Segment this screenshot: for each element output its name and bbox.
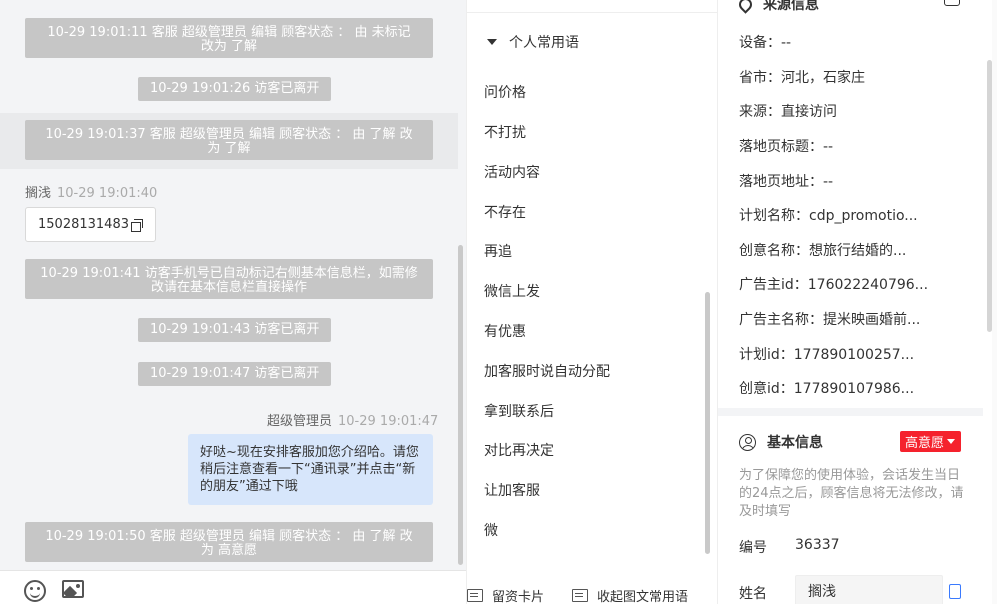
phrase-item[interactable]: 有优惠 [484, 321, 526, 341]
phrase-item[interactable]: 让加客服 [484, 480, 540, 500]
message-time: 10-29 19:01:47 [338, 414, 439, 429]
visitor-message-meta: 搁浅 10-29 19:01:40 [25, 182, 157, 201]
system-message: 10-29 19:01:43 访客已离开 [138, 318, 332, 342]
info-campaign-id: 计划id：177890100257... [739, 347, 915, 363]
chat-scrollbar[interactable] [458, 245, 463, 565]
visitor-name: 搁浅 [25, 186, 52, 201]
source-info-header: 来源信息 [736, 0, 819, 14]
chat-history[interactable]: 10-29 19:01:11 客服 超级管理员 编辑 顾客状态 ： 由 未标记 … [0, 0, 466, 570]
chat-panel: 10-29 19:01:11 客服 超级管理员 编辑 顾客状态 ： 由 未标记 … [0, 0, 466, 604]
edit-notice: 为了保障您的使用体验，会话发生当日的24点之后，顾客信息将无法修改，请及时填写 [739, 468, 964, 519]
message-time: 10-29 19:01:40 [57, 186, 158, 201]
phrase-item[interactable]: 不打扰 [484, 122, 526, 142]
copy-icon[interactable] [130, 218, 143, 232]
phrase-item[interactable]: 加客服时说自动分配 [484, 361, 610, 381]
phrase-item[interactable]: 再追 [484, 241, 512, 261]
collapse-phrases-label: 收起图文常用语 [597, 590, 689, 604]
agent-name: 超级管理员 [267, 414, 333, 429]
lead-card-label: 留资卡片 [492, 590, 545, 604]
phrase-item[interactable]: 不存在 [484, 202, 526, 222]
phrases-scrollbar[interactable] [705, 292, 710, 554]
settings-icon[interactable] [944, 0, 960, 6]
id-value: 36337 [795, 537, 840, 553]
source-info-title: 来源信息 [763, 0, 819, 13]
phrase-group-title: 个人常用语 [509, 35, 579, 51]
intent-status-dropdown[interactable]: 高意愿 [900, 431, 962, 452]
agent-message-bubble: 好哒~现在安排客服加您介绍哈。请您稍后注意查看一下“通讯录”并点击“新的朋友”通… [188, 434, 433, 505]
phrase-item[interactable]: 对比再决定 [484, 440, 554, 460]
info-creative-id: 创意id：177890107986... [739, 381, 915, 397]
image-icon[interactable] [62, 580, 84, 598]
system-message: 10-29 19:01:37 客服 超级管理员 编辑 顾客状态 ： 由 了解 改… [25, 120, 433, 160]
phrase-group-toggle[interactable]: 个人常用语 [487, 32, 579, 52]
edit-icon[interactable] [949, 584, 961, 599]
caret-down-icon [947, 439, 956, 444]
info-province-city: 省市：河北，石家庄 [739, 70, 865, 86]
system-message: 10-29 19:01:50 客服 超级管理员 编辑 顾客状态 ： 由 了解 改… [25, 522, 433, 562]
info-source: 来源：直接访问 [739, 104, 837, 120]
phone-number: 15028131483 [38, 217, 129, 232]
info-creative-name: 创意名称：想旅行结婚的... [739, 243, 907, 259]
intent-status-label: 高意愿 [905, 436, 945, 451]
system-message: 10-29 19:01:11 客服 超级管理员 编辑 顾客状态 ： 由 未标记 … [25, 18, 433, 58]
info-advertiser-id: 广告主id：176022240796... [739, 277, 929, 293]
message-icon [572, 589, 588, 602]
phrase-item[interactable]: 问价格 [484, 82, 526, 102]
info-device: 设备：-- [739, 35, 792, 51]
system-message: 10-29 19:01:47 访客已离开 [138, 362, 332, 386]
divider [467, 12, 717, 13]
emoji-icon[interactable] [24, 580, 46, 602]
name-label: 姓名 [739, 586, 767, 602]
card-icon [467, 589, 483, 602]
name-value: 搁浅 [808, 584, 836, 600]
info-landing-url: 落地页地址：-- [739, 174, 834, 190]
name-field[interactable]: 搁浅 [795, 575, 943, 604]
phrase-item[interactable]: 活动内容 [484, 162, 540, 182]
section-divider [718, 408, 983, 416]
agent-message-meta: 超级管理员 10-29 19:01:47 [267, 410, 438, 429]
customer-info-panel: 来源信息 设备：-- 省市：河北，石家庄 来源：直接访问 落地页标题：-- 落地… [718, 0, 997, 604]
basic-info-header: 基本信息 [739, 432, 823, 452]
phrase-item[interactable]: 微 [484, 520, 498, 540]
caret-down-icon [487, 39, 497, 45]
visitor-phone-message[interactable]: 15028131483 [25, 207, 156, 242]
location-icon [736, 0, 755, 14]
system-message: 10-29 19:01:41 访客手机号已自动标记右侧基本信息栏，如需修改请在基… [25, 259, 433, 299]
info-landing-title: 落地页标题：-- [739, 139, 834, 155]
common-phrases-panel: 个人常用语 问价格 不打扰 活动内容 不存在 再追 微信上发 有优惠 加客服时说… [466, 0, 718, 604]
info-advertiser-name: 广告主名称：提米映画婚前... [739, 312, 921, 328]
phrase-item[interactable]: 微信上发 [484, 281, 540, 301]
info-campaign-name: 计划名称：cdp_promotio... [739, 208, 918, 224]
lead-card-button[interactable]: 留资卡片 [467, 586, 544, 604]
user-icon [739, 433, 756, 451]
window-edge [992, 0, 997, 604]
id-label: 编号 [739, 540, 767, 556]
system-message: 10-29 19:01:26 访客已离开 [138, 77, 332, 101]
collapse-phrases-button[interactable]: 收起图文常用语 [572, 586, 688, 604]
basic-info-title: 基本信息 [767, 435, 823, 451]
phrase-item[interactable]: 拿到联系后 [484, 401, 554, 421]
